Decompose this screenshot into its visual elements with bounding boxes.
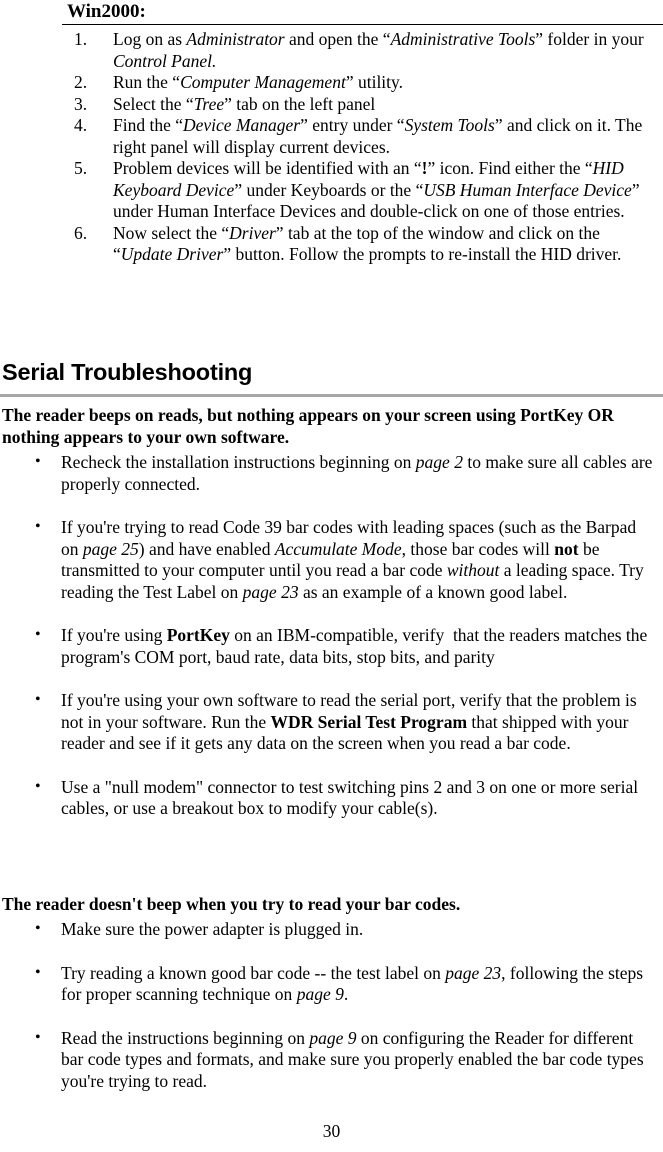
step-number: 3.	[74, 93, 88, 114]
numbered-step: 5. Problem devices will be identified wit…	[62, 158, 663, 223]
bullet-dot-icon: •	[35, 626, 41, 643]
bullet-text: Try reading a known good bar code -- the…	[61, 962, 644, 1005]
bullet-text: Read the instructions beginning on page …	[61, 1027, 644, 1091]
numbered-step: 2. Run the “Computer Management” utility.	[62, 72, 663, 94]
bullet-dot-icon: •	[35, 453, 41, 470]
numbered-step: 3. Select the “Tree” tab on the left pane…	[62, 94, 663, 116]
question-heading-2: The reader doesn't beep when you try to …	[2, 894, 461, 914]
bullet-text: Use a "null modem" connector to test swi…	[61, 776, 639, 819]
question-heading-1: The reader beeps on reads, but nothing a…	[2, 405, 614, 447]
document-page: Win2000: 1. Log on as Administrator and o…	[0, 0, 663, 1152]
bullet-text: If you're using PortKey on an IBM-compat…	[61, 625, 648, 667]
step-number: 5.	[74, 158, 88, 178]
bullet-dot-icon: •	[35, 777, 41, 795]
step-text: Find the “Device Manager” entry under “S…	[113, 115, 643, 157]
bullet-dot-icon: •	[35, 1028, 41, 1046]
section-heading-serial-troubleshooting: Serial Troubleshooting	[2, 359, 253, 385]
bullet-dot-icon: •	[35, 518, 41, 535]
bullet-item: • If you're using your own software to re…	[2, 690, 657, 755]
bullet-dot-icon: •	[35, 920, 41, 937]
step-number: 4.	[74, 115, 88, 135]
step-number: 6.	[74, 222, 88, 243]
numbered-step: 1. Log on as Administrator and open the “…	[62, 29, 663, 72]
bullet-item: • Recheck the installation instructions b…	[2, 452, 657, 495]
bullet-item: • Use a "null modem" connector to test sw…	[2, 777, 657, 820]
horizontal-rule-gray	[0, 394, 663, 397]
bullet-list-1: • Recheck the installation instructions b…	[2, 452, 657, 820]
bullet-dot-icon: •	[35, 963, 41, 981]
step-text: Log on as Administrator and open the “Ad…	[113, 29, 644, 71]
step-text: Run the “Computer Management” utility.	[113, 72, 404, 92]
step-number: 2.	[74, 72, 88, 92]
win2000-steps-list: 1. Log on as Administrator and open the “…	[62, 29, 663, 266]
win2000-heading: Win2000:	[67, 1, 146, 22]
bullet-dot-icon: •	[35, 691, 41, 708]
page-number: 30	[322, 1121, 341, 1141]
numbered-step: 4. Find the “Device Manager” entry under …	[62, 115, 663, 158]
bullet-item: • Try reading a known good bar code -- th…	[2, 963, 657, 1006]
bullet-text: If you're trying to read Code 39 bar cod…	[61, 517, 644, 602]
bullet-text: If you're using your own software to rea…	[61, 690, 637, 753]
step-text: Select the “Tree” tab on the left panel	[113, 93, 376, 114]
bullet-item: • If you're trying to read Code 39 bar co…	[2, 517, 657, 603]
step-text: Problem devices will be identified with …	[113, 158, 640, 221]
step-text: Now select the “Driver” tab at the top o…	[113, 222, 622, 265]
numbered-step: 6. Now select the “Driver” tab at the top…	[62, 223, 663, 266]
bullet-item: • Read the instructions beginning on page…	[2, 1028, 657, 1093]
step-number: 1.	[74, 29, 88, 49]
bullet-text: Make sure the power adapter is plugged i…	[61, 919, 364, 939]
horizontal-rule-thin	[62, 24, 663, 25]
bullet-item: • If you're using PortKey on an IBM-compa…	[2, 625, 657, 668]
bullet-list-2: • Make sure the power adapter is plugged …	[2, 919, 657, 1092]
bullet-item: • Make sure the power adapter is plugged …	[2, 919, 657, 941]
bullet-text: Recheck the installation instructions be…	[61, 452, 653, 494]
